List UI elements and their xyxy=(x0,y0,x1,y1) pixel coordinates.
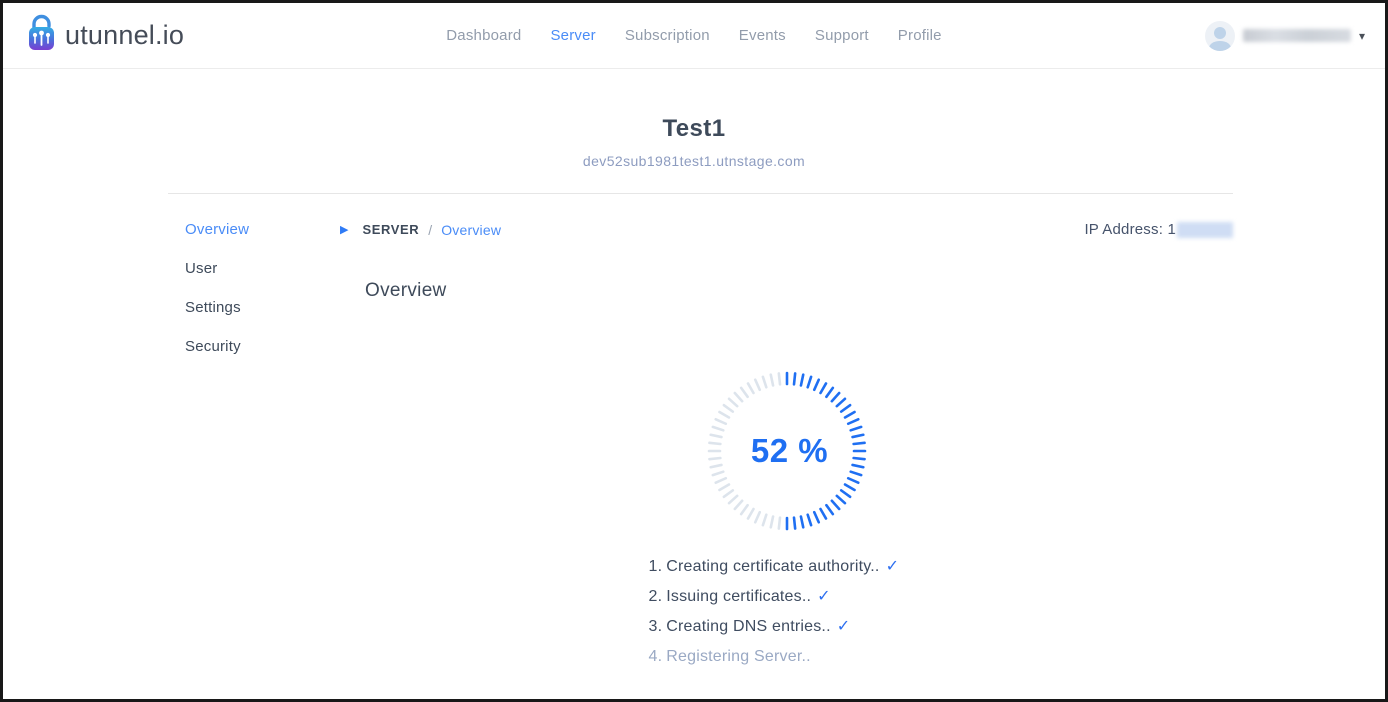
sidebar-item-security[interactable]: Security xyxy=(168,338,340,355)
top-navbar: utunnel.io Dashboard Server Subscription… xyxy=(3,3,1385,69)
avatar-head-shape xyxy=(1214,27,1226,39)
step-number: 4. xyxy=(649,648,663,665)
server-title: Test1 xyxy=(3,115,1385,143)
sidebar-item-user[interactable]: User xyxy=(168,260,340,277)
breadcrumb-current[interactable]: Overview xyxy=(441,222,501,238)
provisioning-progress: 52 % 1.Creating certificate authority.. ✓… xyxy=(340,366,1233,671)
server-header: Test1 dev52sub1981test1.utnstage.com xyxy=(3,69,1385,169)
setup-step-4: 4.Registering Server.. xyxy=(649,641,925,671)
caret-down-icon: ▾ xyxy=(1359,30,1365,42)
play-arrow-icon: ▶ xyxy=(340,224,348,235)
padlock-icon xyxy=(25,14,58,57)
nav-item-events[interactable]: Events xyxy=(739,27,786,44)
breadcrumb: ▶ SERVER / Overview IP Address: 1 xyxy=(340,221,1233,238)
ip-address-label: IP Address: xyxy=(1084,221,1163,238)
ip-address: IP Address: 1 xyxy=(1084,221,1233,238)
step-text: Registering Server.. xyxy=(666,648,811,665)
check-icon: ✓ xyxy=(817,586,831,605)
sidebar-item-overview[interactable]: Overview xyxy=(168,221,340,238)
step-text: Creating certificate authority.. xyxy=(666,558,879,575)
main-panel: ▶ SERVER / Overview IP Address: 1 Overvi… xyxy=(340,221,1233,671)
page-title: Overview xyxy=(365,280,1233,302)
user-menu[interactable]: ▾ xyxy=(1205,21,1365,51)
user-name-redacted xyxy=(1243,29,1351,42)
sidebar: Overview User Settings Security xyxy=(168,221,340,671)
avatar xyxy=(1205,21,1235,51)
setup-step-3: 3.Creating DNS entries.. ✓ xyxy=(649,611,925,641)
step-text: Creating DNS entries.. xyxy=(666,618,830,635)
step-number: 2. xyxy=(649,588,663,605)
nav-item-support[interactable]: Support xyxy=(815,27,869,44)
setup-step-2: 2.Issuing certificates.. ✓ xyxy=(649,581,925,611)
step-text: Issuing certificates.. xyxy=(666,588,811,605)
setup-steps: 1.Creating certificate authority.. ✓ 2.Is… xyxy=(649,551,925,671)
progress-ring: 52 % xyxy=(702,366,872,536)
nav-item-profile[interactable]: Profile xyxy=(898,27,942,44)
nav-item-subscription[interactable]: Subscription xyxy=(625,27,710,44)
avatar-body-shape xyxy=(1209,41,1231,51)
setup-step-1: 1.Creating certificate authority.. ✓ xyxy=(649,551,925,581)
ip-address-prefix: 1 xyxy=(1167,221,1176,238)
breadcrumb-section: SERVER xyxy=(362,222,419,237)
step-number: 1. xyxy=(649,558,663,575)
sidebar-item-settings[interactable]: Settings xyxy=(168,299,340,316)
nav-item-dashboard[interactable]: Dashboard xyxy=(446,27,521,44)
main-nav: Dashboard Server Subscription Events Sup… xyxy=(446,27,941,44)
progress-percent-label: 52 % xyxy=(702,366,872,536)
nav-item-server[interactable]: Server xyxy=(550,27,595,44)
brand-logo[interactable]: utunnel.io xyxy=(25,14,184,57)
breadcrumb-separator: / xyxy=(428,222,432,238)
brand-name: utunnel.io xyxy=(65,20,184,51)
step-number: 3. xyxy=(649,618,663,635)
app-window: utunnel.io Dashboard Server Subscription… xyxy=(0,0,1388,702)
check-icon: ✓ xyxy=(886,556,900,575)
check-icon: ✓ xyxy=(837,616,851,635)
ip-address-redacted xyxy=(1177,222,1233,238)
content-area: Overview User Settings Security ▶ SERVER… xyxy=(168,194,1233,671)
server-domain: dev52sub1981test1.utnstage.com xyxy=(3,153,1385,169)
